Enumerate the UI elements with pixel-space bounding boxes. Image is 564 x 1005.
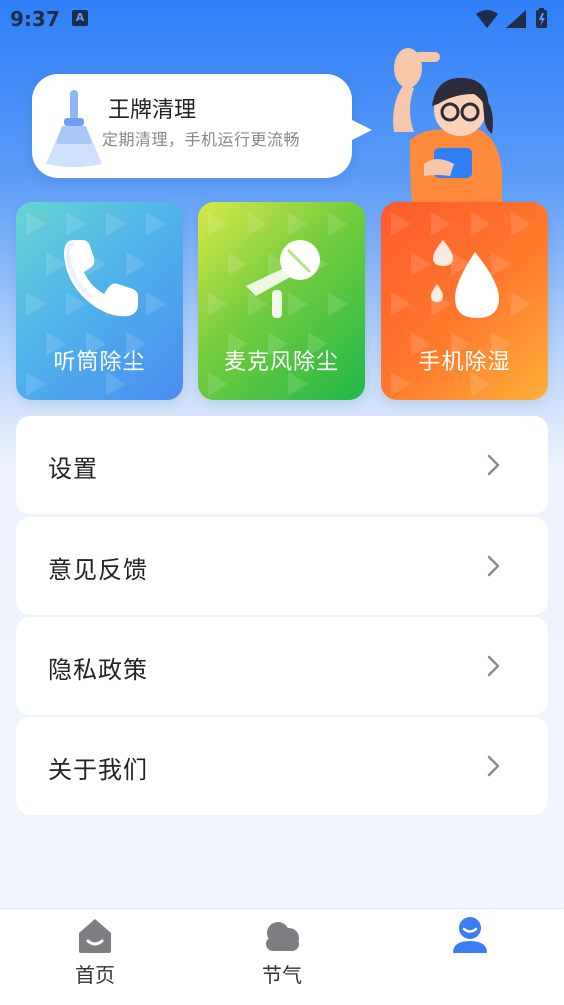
promo-banner[interactable]: 王牌清理 定期清理，手机运行更流畅: [32, 74, 372, 178]
nav-tab-home[interactable]: 首页: [20, 909, 170, 1005]
status-bar: 9:37 A: [0, 0, 564, 40]
chevron-right-icon: [487, 454, 500, 476]
dehumidify-card[interactable]: 手机除湿: [381, 202, 548, 400]
promo-bubble-tail: [344, 116, 372, 144]
microphone-icon: [246, 240, 320, 318]
signal-icon: [506, 10, 526, 28]
menu-item-privacy-policy[interactable]: 隐私政策: [16, 617, 548, 715]
nav-tab-label: 节气: [262, 963, 302, 987]
card-label: 麦克风除尘: [223, 350, 339, 375]
microphone-dust-card[interactable]: 麦克风除尘: [198, 202, 365, 400]
promo-subtitle: 定期清理，手机运行更流畅: [102, 130, 301, 149]
card-label: 听筒除尘: [53, 350, 146, 375]
water-drop-icon: [431, 240, 499, 318]
menu-item-settings[interactable]: 设置: [16, 416, 548, 514]
promo-title: 王牌清理: [108, 98, 197, 123]
home-icon: [79, 919, 111, 953]
menu-item-label: 关于我们: [48, 756, 148, 784]
nav-tab-solar-terms[interactable]: 节气: [207, 909, 357, 1005]
menu-item-label: 隐私政策: [48, 656, 148, 684]
status-time: 9:37: [10, 7, 60, 31]
nav-tab-profile[interactable]: [395, 909, 545, 1005]
wifi-icon: [476, 10, 498, 28]
menu-item-label: 设置: [48, 455, 98, 483]
menu-item-feedback[interactable]: 意见反馈: [16, 517, 548, 615]
user-icon: [453, 917, 487, 953]
menu-item-label: 意见反馈: [48, 556, 148, 584]
chevron-right-icon: [487, 555, 500, 577]
chevron-right-icon: [487, 655, 500, 677]
card-label: 手机除湿: [418, 350, 511, 375]
mascot-illustration: [393, 48, 502, 206]
status-icons: [476, 8, 547, 28]
notification-icon: A: [72, 10, 88, 26]
earpiece-dust-card[interactable]: 听筒除尘: [16, 202, 183, 400]
cloud-icon: [266, 922, 299, 951]
phone-handset-icon: [64, 240, 138, 317]
broom-icon: [46, 90, 102, 167]
bottom-nav: 首页 节气: [0, 908, 564, 1005]
menu-item-about-us[interactable]: 关于我们: [16, 717, 548, 815]
chevron-right-icon: [487, 755, 500, 777]
nav-tab-label: 首页: [75, 963, 115, 987]
